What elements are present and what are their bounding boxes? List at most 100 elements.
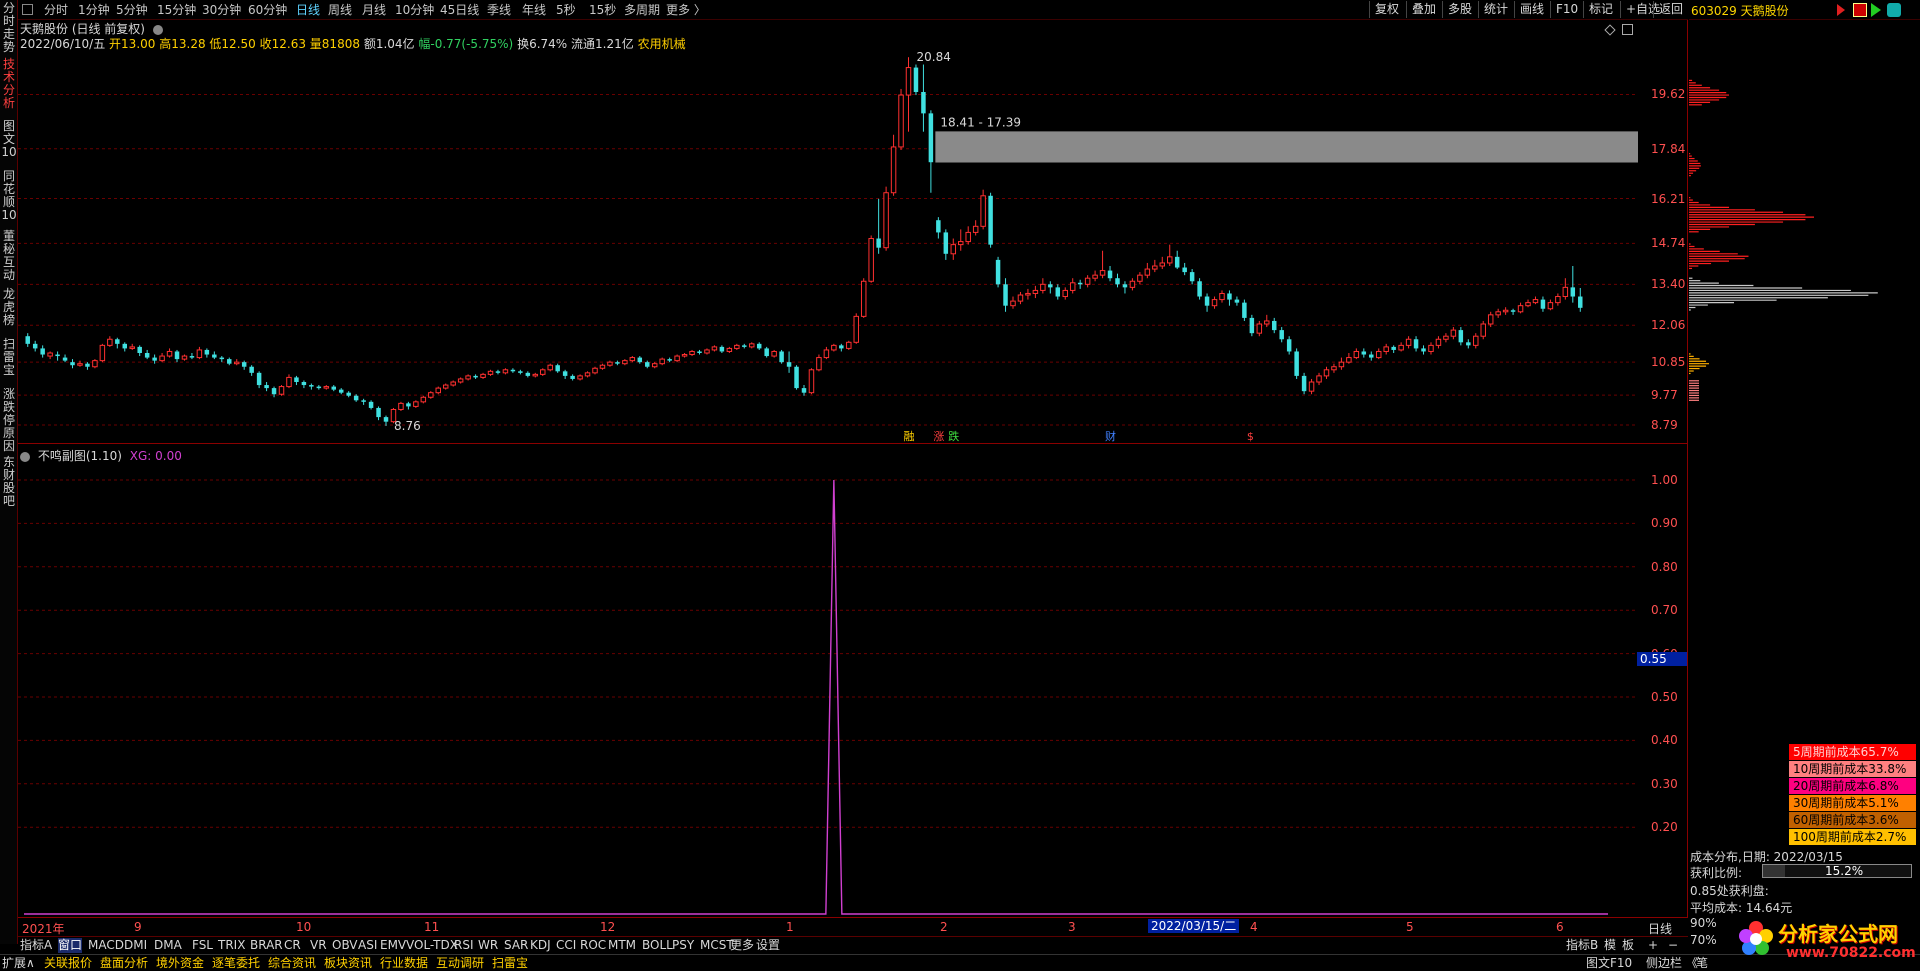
- event-marker-4[interactable]: $: [1247, 430, 1254, 443]
- toolbar-btn-4[interactable]: 画线: [1514, 1, 1549, 18]
- timeframe-14[interactable]: 15秒: [589, 2, 616, 18]
- timeframe-2[interactable]: 5分钟: [116, 2, 148, 18]
- left-tab-7[interactable]: 涨跌停原因: [1, 388, 17, 453]
- timeframe-5[interactable]: 60分钟: [248, 2, 287, 18]
- bottom-tab-8[interactable]: 互动调研: [436, 956, 484, 971]
- bottom-right-2[interactable]: 笔: [1696, 956, 1708, 971]
- timeframe-6[interactable]: 日线: [296, 2, 320, 18]
- indicator-tab-11[interactable]: ASI: [358, 938, 377, 953]
- indicator-tab-3[interactable]: DMI: [124, 938, 147, 953]
- left-tab-8[interactable]: 东财股吧: [1, 456, 17, 508]
- bottom-right-0[interactable]: 图文F10: [1586, 956, 1632, 971]
- candle-85: [659, 357, 665, 366]
- play-icon[interactable]: [1853, 3, 1867, 17]
- x-axis-mode[interactable]: 日线: [1648, 920, 1672, 937]
- sub-indicator-chart[interactable]: [18, 444, 1638, 918]
- toolbar-btn-1[interactable]: 叠加: [1406, 1, 1441, 18]
- indicator-tab-20[interactable]: MTM: [608, 938, 636, 953]
- candlestick-chart[interactable]: 20.84 8.76 18.41 - 17.39 融 涨跌 财 $: [18, 20, 1638, 444]
- bottom-tab-6[interactable]: 板块资讯: [324, 956, 372, 971]
- event-marker-0[interactable]: 融: [903, 430, 914, 443]
- indicator-tab-16[interactable]: SAR: [504, 938, 528, 953]
- toolbar-btn-6[interactable]: 标记: [1583, 1, 1618, 18]
- left-tab-4[interactable]: 董秘互动: [1, 230, 17, 282]
- toolbar-btn-5[interactable]: F10: [1550, 1, 1583, 18]
- indicator-tab-6[interactable]: TRIX: [218, 938, 245, 953]
- toolbar-btn-8[interactable]: 返回: [1653, 1, 1688, 18]
- indicator-tab-12[interactable]: EMV: [380, 938, 406, 953]
- timeframe-10[interactable]: 45日线: [440, 2, 479, 18]
- indicator-right-4[interactable]: −: [1668, 938, 1678, 953]
- left-tab-2[interactable]: 图文10: [1, 120, 17, 159]
- candle-113: [868, 235, 874, 283]
- timeframe-8[interactable]: 月线: [362, 2, 386, 18]
- indicator-tab-21[interactable]: BOLL: [642, 938, 673, 953]
- bottom-tab-2[interactable]: 盘面分析: [100, 956, 148, 971]
- indicator-tab-0[interactable]: 指标A: [20, 938, 52, 953]
- left-tab-1[interactable]: 技术分析: [1, 58, 17, 110]
- left-tab-0[interactable]: 分时走势: [1, 2, 17, 54]
- bottom-tab-7[interactable]: 行业数据: [380, 956, 428, 971]
- indicator-tab-24[interactable]: 更多: [730, 938, 754, 953]
- bottom-right-1[interactable]: 侧边栏 《: [1646, 956, 1698, 971]
- flag-icon[interactable]: [1837, 4, 1845, 16]
- timeframe-12[interactable]: 年线: [522, 2, 546, 18]
- indicator-tab-1[interactable]: 窗口: [58, 938, 83, 953]
- bottom-tab-0[interactable]: 扩展∧: [2, 956, 35, 971]
- indicator-tab-4[interactable]: DMA: [154, 938, 182, 953]
- left-tab-3[interactable]: 同花顺10: [1, 170, 17, 222]
- candle-128: [980, 189, 986, 230]
- bottom-tab-9[interactable]: 扫雷宝: [492, 956, 528, 971]
- indicator-tab-14[interactable]: RSI: [454, 938, 474, 953]
- toolbar-btn-0[interactable]: 复权: [1369, 1, 1404, 18]
- candle-39: [316, 385, 322, 390]
- toolbar-btn-2[interactable]: 多股: [1442, 1, 1477, 18]
- indicator-tab-22[interactable]: PSY: [672, 938, 694, 953]
- indicator-right-3[interactable]: +: [1648, 938, 1658, 953]
- timeframe-9[interactable]: 10分钟: [395, 2, 434, 18]
- indicator-tab-17[interactable]: KDJ: [530, 938, 551, 953]
- candle-76: [592, 366, 598, 375]
- timeframe-1[interactable]: 1分钟: [78, 2, 110, 18]
- sub-cursor-value: 0.55: [1637, 652, 1687, 666]
- window-menu-icon[interactable]: [22, 4, 33, 15]
- indicator-tab-2[interactable]: MACD: [88, 938, 124, 953]
- timeframe-4[interactable]: 30分钟: [202, 2, 241, 18]
- bottom-tab-5[interactable]: 综合资讯: [268, 956, 316, 971]
- left-tab-5[interactable]: 龙虎榜: [1, 288, 17, 327]
- candle-189: [1435, 336, 1442, 349]
- timeframe-13[interactable]: 5秒: [556, 2, 576, 18]
- left-tab-6[interactable]: 扫雷宝: [1, 338, 17, 377]
- indicator-tab-10[interactable]: OBV: [332, 938, 358, 953]
- bottom-tab-4[interactable]: 逐笔委托: [212, 956, 260, 971]
- timeframe-3[interactable]: 15分钟: [157, 2, 196, 18]
- timeframe-0[interactable]: 分时: [44, 2, 68, 18]
- indicator-tab-23[interactable]: MCST: [700, 938, 734, 953]
- bottom-tab-3[interactable]: 境外资金: [156, 956, 204, 971]
- event-marker-3[interactable]: 财: [1105, 429, 1116, 443]
- timeframe-7[interactable]: 周线: [328, 2, 352, 18]
- indicator-tab-18[interactable]: CCI: [556, 938, 576, 953]
- gear-icon[interactable]: [1887, 3, 1901, 17]
- event-marker-1[interactable]: 涨: [933, 430, 944, 443]
- indicator-right-1[interactable]: 模: [1604, 938, 1616, 953]
- indicator-right-0[interactable]: 指标B: [1566, 938, 1598, 953]
- indicator-tab-15[interactable]: WR: [478, 938, 498, 953]
- indicator-tab-7[interactable]: BRAR: [250, 938, 283, 953]
- candle-151: [1152, 259, 1158, 273]
- candle-190: [1443, 333, 1449, 343]
- event-marker-2[interactable]: 跌: [948, 429, 959, 443]
- timeframe-16[interactable]: 更多 〉: [666, 2, 706, 18]
- timeframe-11[interactable]: 季线: [487, 2, 511, 18]
- indicator-tab-25[interactable]: 设置: [756, 938, 780, 953]
- indicator-tab-5[interactable]: FSL: [192, 938, 213, 953]
- indicator-right-2[interactable]: 板: [1622, 938, 1634, 953]
- toolbar-btn-3[interactable]: 统计: [1478, 1, 1513, 18]
- indicator-tab-8[interactable]: CR: [284, 938, 301, 953]
- bottom-tab-1[interactable]: 关联报价: [44, 956, 92, 971]
- arrow-icon[interactable]: [1871, 3, 1881, 17]
- indicator-tab-9[interactable]: VR: [310, 938, 327, 953]
- indicator-tab-19[interactable]: ROC: [580, 938, 606, 953]
- timeframe-15[interactable]: 多周期: [624, 2, 660, 18]
- indicator-tab-13[interactable]: VOL-TDX: [406, 938, 458, 953]
